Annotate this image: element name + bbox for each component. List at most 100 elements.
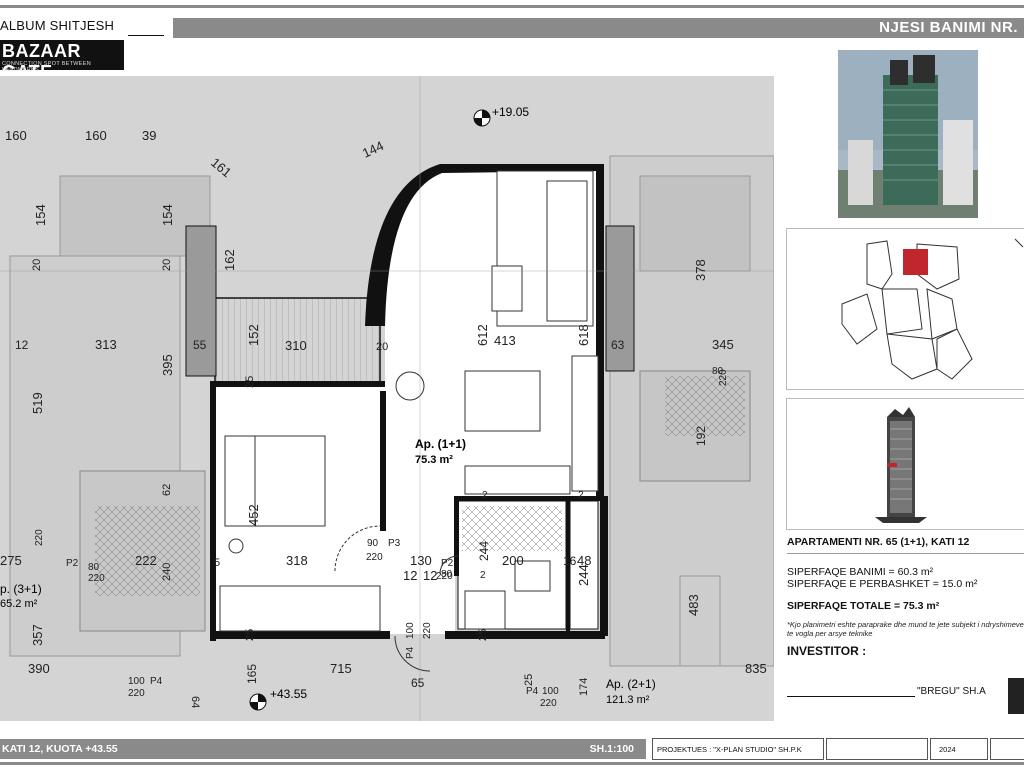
dim-357: 357: [30, 624, 45, 646]
sheet-box: [990, 738, 1024, 760]
wall-balcony-front: [210, 381, 385, 387]
dim-152: 152: [246, 324, 261, 346]
door-p4c-height: 220: [540, 698, 557, 709]
dim-12: 12: [15, 338, 29, 352]
info-divider: [787, 553, 1024, 554]
dim-25d: 25: [523, 674, 535, 686]
investor-logo: [1008, 678, 1024, 714]
apartment-heading: APARTAMENTI NR. 65 (1+1), KATI 12: [787, 536, 970, 548]
right-bed: [639, 175, 751, 272]
album-underline: [128, 35, 164, 36]
dim-390: 390: [28, 661, 50, 676]
dim-64: 64: [189, 696, 201, 708]
floor-plan: +19.05 +43.55 Ap. (1+1) 75.3 m² p. (3+1)…: [0, 76, 774, 721]
investor-name: "BREGU" SH.A: [917, 686, 986, 697]
elevation-bottom-label: +43.55: [270, 687, 307, 701]
logo-tagline: CONNECTION SPOT BETWEEN LANDMARKS: [2, 61, 91, 73]
dim-62: 62: [161, 484, 173, 496]
disclaimer-note: *Kjo planimetri eshte paraprake dhe mund…: [787, 620, 1024, 638]
dim-835: 835: [745, 661, 767, 676]
kitchen-counter: [571, 355, 599, 492]
center-unit-area: 75.3 m²: [415, 454, 453, 466]
designer-box: PROJEKTUES : "X-PLAN STUDIO" SH.P.K: [652, 738, 824, 760]
project-box: [826, 738, 928, 760]
tower-floor-highlight: [887, 463, 897, 467]
dim-310: 310: [285, 338, 307, 353]
door-p3-label: P3: [388, 538, 401, 549]
center-unit-name: Ap. (1+1): [415, 437, 466, 451]
dim-39: 39: [142, 128, 156, 143]
wall-bottom-right: [445, 631, 605, 639]
dim-275: 275: [0, 553, 22, 568]
dim-452: 452: [246, 504, 261, 526]
dim-200: 200: [502, 553, 524, 568]
dim-25a: 25: [244, 376, 256, 388]
footer-bar: KATI 12, KUOTA +43.55 SH.1:100: [0, 739, 646, 759]
door-p3b-height: 220: [34, 529, 45, 546]
door-p2b-width: 80: [88, 562, 100, 573]
door-p2b-label: P2: [66, 558, 79, 569]
dim-63: 63: [611, 338, 625, 352]
shared-area: SIPERFAQE E PERBASHKET = 15.0 m²: [787, 578, 978, 590]
wall-bedroom-right: [380, 391, 386, 531]
dim-20c: 20: [376, 341, 388, 353]
door-p4b-width: 100: [405, 622, 416, 639]
dim-715: 715: [330, 661, 352, 676]
year-box: 2024: [930, 738, 988, 760]
dim-318: 318: [286, 553, 308, 568]
door-p4b-label: P4: [405, 646, 416, 659]
sofa-seat: [546, 180, 588, 322]
floor-label: KATI 12, KUOTA +43.55: [2, 743, 118, 755]
dim-244b: 244: [576, 564, 591, 586]
wall-bottom-left: [210, 631, 390, 639]
column-left: [185, 225, 217, 377]
building-render: [838, 50, 978, 218]
dim-378: 378: [693, 259, 708, 281]
dim-222: 222: [135, 553, 157, 568]
dim-162: 162: [222, 249, 237, 271]
right-unit-area-label: 121.3 m²: [606, 694, 650, 706]
living-area: SIPERFAQE BANIMI = 60.3 m²: [787, 566, 934, 578]
page-title: NJESI BANIMI NR.: [879, 19, 1018, 36]
dim-20a: 20: [31, 259, 43, 271]
door-p2a-height: 220: [436, 571, 453, 582]
dim-12b: 12: [403, 568, 417, 583]
door-p2a-label: P2: [441, 558, 454, 569]
dining-table: [464, 370, 541, 432]
dim-618: 618: [576, 324, 591, 346]
door-p4c-label: P4: [526, 686, 539, 697]
door-p3-width: 90: [367, 538, 379, 549]
elevation-top-label: +19.05: [492, 105, 529, 119]
top-rule: [0, 5, 1024, 8]
left-bath-tiles: [95, 506, 200, 596]
left-unit-area-label: 65.2 m²: [0, 598, 38, 610]
wall-left: [210, 386, 216, 641]
tower-elevation: [786, 398, 1024, 530]
total-area: SIPERFAQE TOTALE = 75.3 m²: [787, 600, 940, 612]
dim-483: 483: [686, 594, 701, 616]
door-p2c-height: 220: [718, 369, 729, 386]
wall-bathroom-left: [454, 501, 459, 576]
door-p4c-width: 100: [542, 686, 559, 697]
bottom-rule: [0, 762, 1024, 765]
dim-25c: 25: [477, 629, 489, 641]
coffee-table: [491, 265, 523, 312]
dim-165: 165: [245, 664, 259, 684]
dim-5: 5: [214, 557, 220, 569]
dim-65: 65: [411, 676, 425, 690]
dim-16: 16: [563, 554, 577, 568]
kitchen-sink-counter: [464, 465, 571, 495]
dim-395: 395: [160, 354, 175, 376]
dim-20b: 20: [161, 259, 173, 271]
dim-160a: 160: [5, 128, 27, 143]
key-plan-highlight: [903, 249, 928, 275]
scale-label: SH.1:100: [589, 743, 634, 755]
dim-345: 345: [712, 337, 734, 352]
title-bar: NJESI BANIMI NR.: [173, 18, 1024, 38]
door-p3-height: 220: [366, 552, 383, 563]
dim-192: 192: [694, 426, 708, 446]
dim-612: 612: [475, 324, 490, 346]
dim-25b: 25: [244, 629, 256, 641]
designer-label: PROJEKTUES : "X-PLAN STUDIO" SH.P.K: [657, 745, 802, 754]
investor-label: INVESTITOR :: [787, 644, 867, 658]
